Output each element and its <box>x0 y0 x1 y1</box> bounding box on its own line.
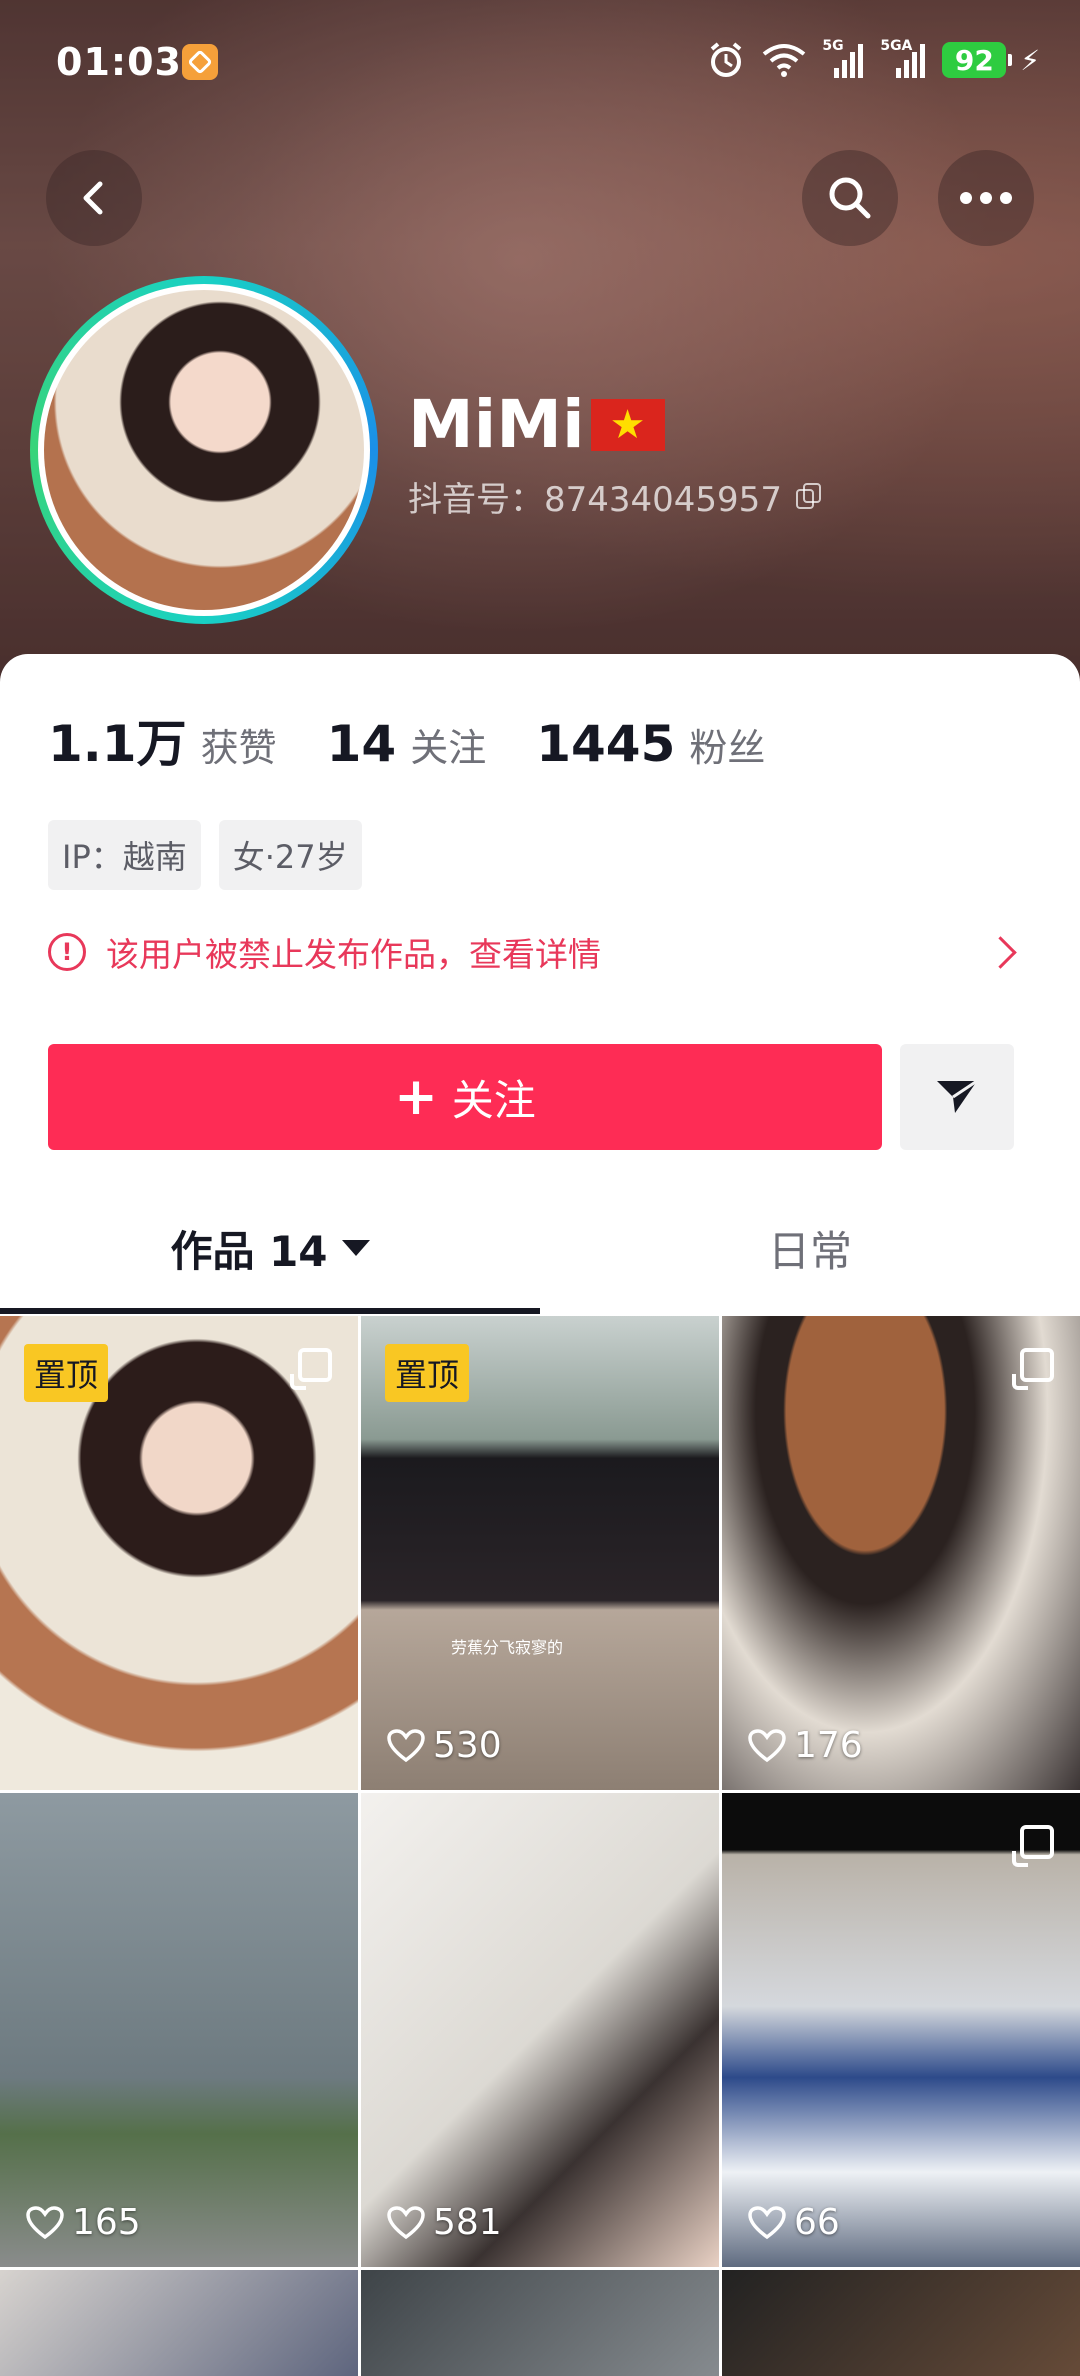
like-count: 581 <box>387 2202 502 2243</box>
tab-works[interactable]: 作品 14 <box>0 1194 540 1302</box>
like-count-value: 165 <box>72 2202 141 2243</box>
like-count: 66 <box>748 2202 840 2243</box>
gallery-icon <box>1012 1348 1054 1390</box>
username-text: MiMi <box>408 386 585 463</box>
signal-5g-icon: 5G <box>822 38 866 80</box>
chevron-left-icon <box>83 181 103 215</box>
profile-screen: 01:03 5G 5GA 92 ⚡ MiMi ★ 抖音号：87434045957… <box>0 0 1080 2376</box>
heart-icon <box>748 1728 786 1762</box>
heart-icon <box>26 2205 64 2239</box>
heart-icon <box>748 2205 786 2239</box>
send-message-button[interactable] <box>900 1044 1014 1150</box>
gallery-icon <box>1012 1825 1054 1867</box>
follow-label: 关注 <box>451 1075 536 1125</box>
stat-label: 粉丝 <box>689 726 766 770</box>
pinned-badge: 置顶 <box>385 1344 470 1402</box>
vietnam-flag-icon: ★ <box>590 398 665 451</box>
like-count-value: 530 <box>433 1725 502 1766</box>
video-thumbnail[interactable]: 置顶 劳蕉分飞寂寥的 530 <box>361 1316 719 1790</box>
video-thumbnail[interactable] <box>722 2270 1080 2376</box>
back-button[interactable] <box>46 150 142 246</box>
charging-icon: ⚡ <box>1020 43 1040 77</box>
stat-likes[interactable]: 1.1万 获赞 <box>48 704 277 776</box>
status-time: 01:03 <box>56 40 182 84</box>
stat-label: 获赞 <box>200 726 277 770</box>
follow-button[interactable]: + 关注 <box>48 1044 882 1150</box>
stat-value: 1445 <box>536 715 676 773</box>
heart-icon <box>387 2205 425 2239</box>
douyin-id-value: 87434045957 <box>544 480 782 520</box>
status-bar: 01:03 5G 5GA 92 ⚡ <box>0 0 1080 120</box>
caret-down-icon <box>341 1240 370 1256</box>
alarm-icon <box>711 42 742 77</box>
avatar[interactable] <box>30 276 378 624</box>
video-thumbnail[interactable]: 176 <box>722 1316 1080 1790</box>
tab-daily[interactable]: 日常 <box>540 1194 1080 1302</box>
alert-icon: ! <box>48 933 86 971</box>
ban-warning-text: 该用户被禁止发布作品，查看详情 <box>106 935 601 974</box>
stat-value: 14 <box>326 715 397 773</box>
paper-plane-icon <box>937 1079 978 1113</box>
more-options-button[interactable] <box>938 150 1034 246</box>
signal-5ga-icon: 5GA <box>880 38 928 80</box>
stat-followers[interactable]: 1445 粉丝 <box>536 715 765 773</box>
douyin-id[interactable]: 抖音号：87434045957 <box>408 472 822 521</box>
chevron-right-icon <box>984 935 1017 969</box>
status-icons: 5G 5GA 92 ⚡ <box>706 36 1040 84</box>
tab-indicator <box>0 1308 540 1314</box>
tab-daily-label: 日常 <box>767 1226 852 1276</box>
video-thumbnail[interactable]: 165 <box>0 1793 358 2267</box>
content-tabs: 作品 14 日常 <box>0 1194 1080 1302</box>
like-count-value: 176 <box>794 1725 863 1766</box>
notification-app-icon <box>182 44 218 80</box>
like-count-value: 66 <box>794 2202 840 2243</box>
ban-warning[interactable]: ! 该用户被禁止发布作品，查看详情 <box>48 922 1022 982</box>
search-button[interactable] <box>802 150 898 246</box>
stat-label: 关注 <box>410 726 487 770</box>
like-count: 530 <box>387 1725 502 1766</box>
stat-following[interactable]: 14 关注 <box>327 715 487 773</box>
plus-icon: + <box>394 1067 438 1127</box>
heart-icon <box>387 1728 425 1762</box>
ip-location-tag: IP：越南 <box>48 820 201 890</box>
search-icon <box>829 177 871 219</box>
gender-age-tag: 女·27岁 <box>218 820 362 890</box>
avatar-photo <box>44 290 364 610</box>
like-count-value: 581 <box>433 2202 502 2243</box>
profile-name: MiMi ★ <box>408 386 665 463</box>
like-count: 165 <box>26 2202 141 2243</box>
douyin-id-label: 抖音号： <box>408 480 544 520</box>
video-caption: 劳蕉分飞寂寥的 <box>451 1638 564 1657</box>
video-thumbnail[interactable] <box>361 2270 719 2376</box>
stats-row: 1.1万 获赞 14 关注 1445 粉丝 <box>48 704 815 776</box>
copy-icon[interactable] <box>795 482 822 511</box>
stat-value: 1.1万 <box>48 715 187 773</box>
battery-indicator: 92 <box>942 42 1013 78</box>
video-thumbnail[interactable]: 置顶 <box>0 1316 358 1790</box>
profile-card: 1.1万 获赞 14 关注 1445 粉丝 IP：越南 女·27岁 ! 该用户被… <box>0 654 1080 2376</box>
like-count: 176 <box>748 1725 863 1766</box>
more-dots-icon <box>960 192 1012 204</box>
video-thumbnail[interactable]: 66 <box>722 1793 1080 2267</box>
wifi-icon <box>763 44 806 77</box>
gallery-icon <box>290 1348 332 1390</box>
pinned-badge: 置顶 <box>24 1344 109 1402</box>
video-thumbnail[interactable] <box>0 2270 358 2376</box>
tab-works-label: 作品 14 <box>170 1226 328 1276</box>
profile-tags: IP：越南 女·27岁 <box>48 820 362 890</box>
video-thumbnail[interactable]: 581 <box>361 1793 719 2267</box>
